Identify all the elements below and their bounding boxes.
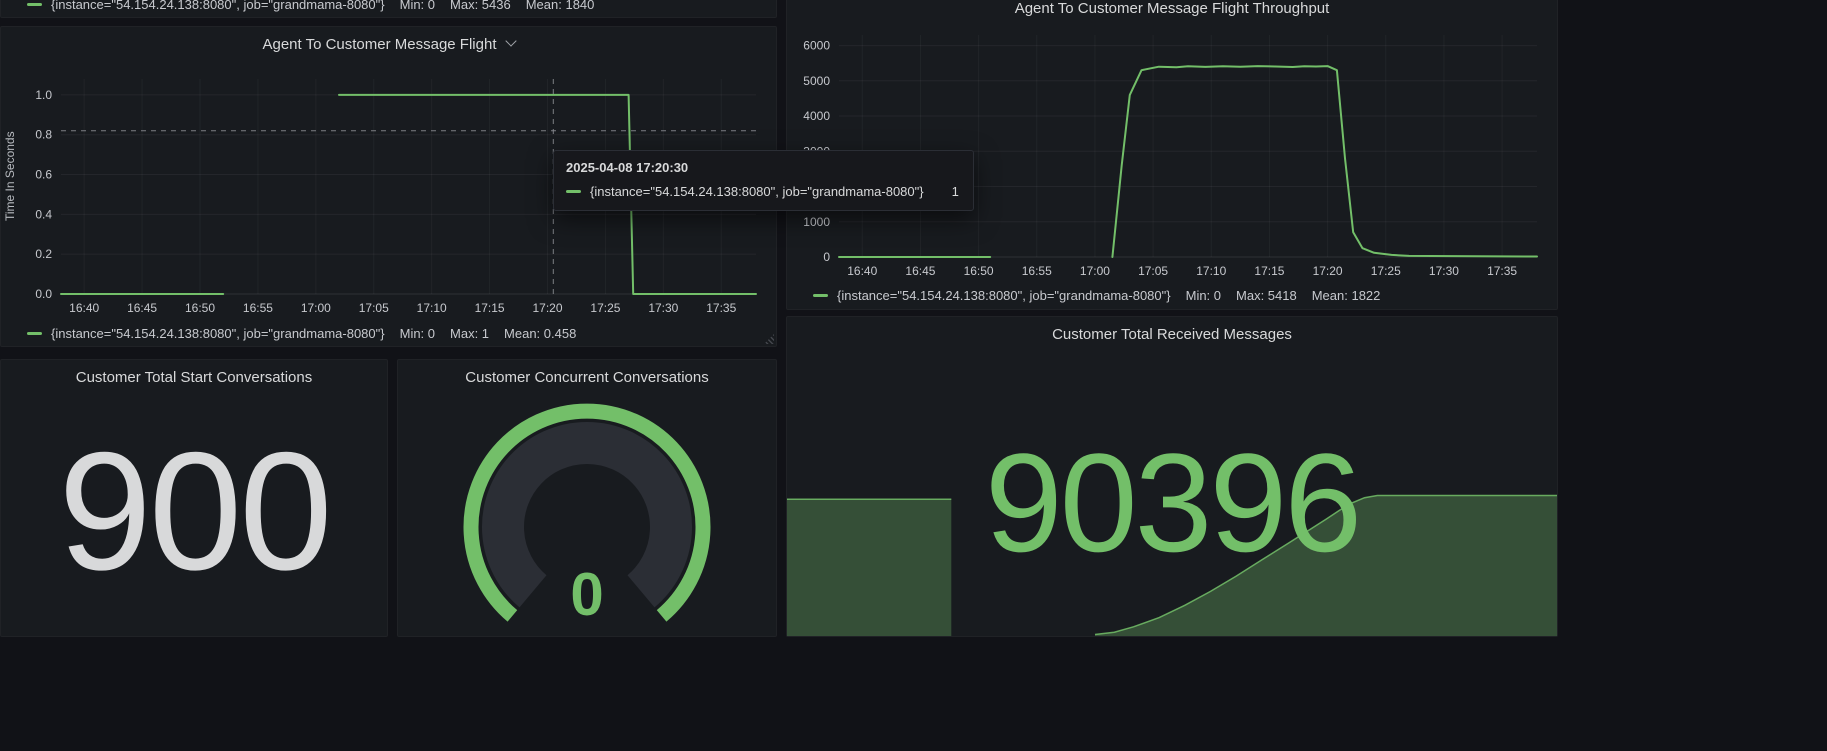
gauge: 0 [417,400,757,630]
panel-title-bar[interactable]: Customer Concurrent Conversations [398,360,776,394]
svg-text:17:05: 17:05 [359,301,389,315]
svg-text:0.6: 0.6 [35,168,52,182]
stat-value: 90396 [787,433,1557,573]
svg-text:17:00: 17:00 [1080,264,1110,278]
series-color-marker [27,3,42,6]
legend-mean: Mean: 1840 [526,0,595,12]
legend-min: Min: 0 [1186,288,1221,303]
svg-text:5000: 5000 [803,74,830,88]
legend-max: Max: 5418 [1236,288,1297,303]
panel-customer-concurrent-conversations: Customer Concurrent Conversations 0 [397,359,777,637]
tooltip-series-row: {instance="54.154.24.138:8080", job="gra… [566,184,959,199]
svg-text:0.4: 0.4 [35,207,52,221]
svg-text:1.0: 1.0 [35,88,52,102]
svg-text:17:30: 17:30 [1429,264,1459,278]
svg-text:6000: 6000 [803,39,830,53]
svg-text:17:35: 17:35 [706,301,736,315]
panel-title-bar[interactable]: Customer Total Start Conversations [1,360,387,394]
series-color-marker [27,332,42,335]
legend-row: {instance="54.154.24.138:8080", job="gra… [27,326,576,341]
panel-title[interactable]: Agent To Customer Message Flight Through… [1015,0,1330,17]
panel-title-bar[interactable]: Customer Total Received Messages [787,317,1557,351]
svg-text:17:10: 17:10 [1196,264,1226,278]
panel-title-bar[interactable]: Agent To Customer Message Flight [1,27,776,61]
legend-series-name[interactable]: {instance="54.154.24.138:8080", job="gra… [51,0,385,12]
legend-min: Min: 0 [400,326,435,341]
svg-text:17:20: 17:20 [532,301,562,315]
legend-mean: Mean: 0.458 [504,326,576,341]
tooltip-series-name: {instance="54.154.24.138:8080", job="gra… [590,184,924,199]
legend-mean: Mean: 1822 [1312,288,1381,303]
svg-text:17:25: 17:25 [1371,264,1401,278]
svg-text:17:10: 17:10 [417,301,447,315]
grafana-dashboard: {instance="54.154.24.138:8080", job="gra… [0,0,1827,751]
panel-title[interactable]: Agent To Customer Message Flight [262,36,496,53]
legend-row: {instance="54.154.24.138:8080", job="gra… [813,288,1380,303]
tooltip-series-value: 1 [924,184,959,199]
svg-text:0.8: 0.8 [35,128,52,142]
svg-text:16:45: 16:45 [127,301,157,315]
svg-text:0.2: 0.2 [35,247,52,261]
chart-tooltip: 2025-04-08 17:20:30 {instance="54.154.24… [553,150,974,211]
panel-title-bar[interactable]: Agent To Customer Message Flight Through… [787,0,1557,21]
panel-title[interactable]: Customer Total Start Conversations [76,369,313,386]
legend-series-name[interactable]: {instance="54.154.24.138:8080", job="gra… [837,288,1171,303]
svg-text:0.0: 0.0 [35,287,52,301]
svg-text:4000: 4000 [803,109,830,123]
svg-text:1000: 1000 [803,215,830,229]
panel-title[interactable]: Customer Total Received Messages [1052,326,1292,343]
svg-text:17:00: 17:00 [301,301,331,315]
legend-max: Max: 1 [450,326,489,341]
svg-text:17:15: 17:15 [475,301,505,315]
svg-text:16:45: 16:45 [905,264,935,278]
svg-text:16:50: 16:50 [185,301,215,315]
svg-text:17:30: 17:30 [648,301,678,315]
svg-text:17:35: 17:35 [1487,264,1517,278]
svg-text:0: 0 [823,250,830,264]
svg-text:16:50: 16:50 [964,264,994,278]
legend-series-name[interactable]: {instance="54.154.24.138:8080", job="gra… [51,326,385,341]
series-color-marker [566,190,581,193]
svg-text:17:05: 17:05 [1138,264,1168,278]
panel-title[interactable]: Customer Concurrent Conversations [465,369,708,386]
gauge-value: 0 [417,565,757,625]
svg-text:16:40: 16:40 [847,264,877,278]
panel-resize-handle[interactable] [764,334,774,344]
panel-customer-total-received-messages: Customer Total Received Messages 90396 [786,316,1558,637]
chevron-down-icon [505,35,516,46]
legend-max: Max: 5436 [450,0,511,12]
legend-min: Min: 0 [400,0,435,12]
y-axis-label: Time In Seconds [3,67,17,286]
series-color-marker [813,294,828,297]
panel-customer-total-start-conversations: Customer Total Start Conversations 900 [0,359,388,637]
tooltip-timestamp: 2025-04-08 17:20:30 [566,160,959,175]
svg-text:17:20: 17:20 [1313,264,1343,278]
panel-cropped-top: {instance="54.154.24.138:8080", job="gra… [0,0,777,18]
svg-text:16:55: 16:55 [243,301,273,315]
svg-text:17:15: 17:15 [1254,264,1284,278]
svg-text:17:25: 17:25 [590,301,620,315]
legend-row: {instance="54.154.24.138:8080", job="gra… [27,0,594,12]
stat-value: 900 [58,427,329,595]
svg-text:16:40: 16:40 [69,301,99,315]
svg-text:16:55: 16:55 [1022,264,1052,278]
stat-value-container: 900 [1,396,387,626]
